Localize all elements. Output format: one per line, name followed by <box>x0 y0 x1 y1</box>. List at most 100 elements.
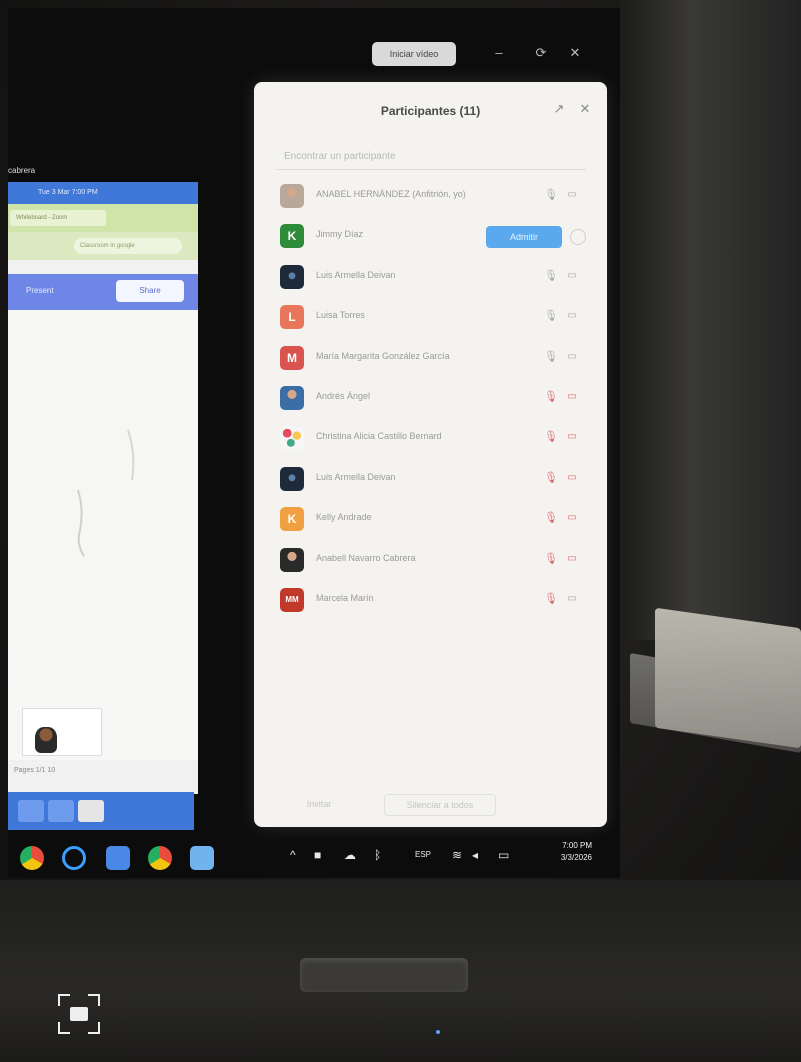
browser-tab[interactable]: Whiteboard - Zoom <box>10 210 106 226</box>
app-tray-icon[interactable]: ■ <box>314 848 321 862</box>
camera-off-icon[interactable]: ▭ <box>564 471 580 485</box>
clock-date: 3/3/2026 <box>560 853 592 862</box>
laptop-hinge <box>300 958 468 992</box>
mic-icon[interactable]: 🎙 <box>544 269 558 283</box>
chevron-up-icon[interactable]: ^ <box>290 848 296 862</box>
wifi-icon[interactable]: ≋ <box>452 848 462 862</box>
participant-avatar: L <box>280 305 304 330</box>
remove-icon[interactable] <box>570 229 586 246</box>
participant-row[interactable]: ANABEL HERNÁNDEZ (Anfitrión, yo) 🎙 ▭ <box>254 177 607 217</box>
zoom-app-icon[interactable] <box>190 846 214 870</box>
participant-avatar <box>280 184 304 208</box>
mic-muted-icon[interactable]: 🎙 <box>544 511 558 525</box>
cloud-icon[interactable]: ☁ <box>344 848 356 862</box>
participant-row[interactable]: M María Margarita González García 🎙 ▭ <box>254 339 607 379</box>
left-window-bottom-bar <box>8 792 194 830</box>
participant-avatar <box>280 426 304 451</box>
present-button[interactable]: Present <box>26 286 54 295</box>
bottom-item-1[interactable] <box>18 800 44 822</box>
participant-row[interactable]: Anabell Navarro Cabrera 🎙 ▭ <box>254 541 607 581</box>
participant-row[interactable]: MM Marcela Marín 🎙 ▭ <box>254 581 607 621</box>
corner-tr <box>88 994 100 1006</box>
participant-name: María Margarita González García <box>316 350 450 361</box>
cortana-icon[interactable] <box>62 846 86 870</box>
participant-row[interactable]: Luis Armella Deivan 🎙 ▭ <box>254 460 607 500</box>
camera-icon[interactable]: ▭ <box>564 269 580 283</box>
participant-row[interactable]: Andrés Ángel 🎙 ▭ <box>254 379 607 419</box>
browser-window[interactable]: Tue 3 Mar 7:00 PM Whiteboard - Zoom Clas… <box>8 182 198 794</box>
battery-icon[interactable]: ▭ <box>498 848 509 862</box>
admit-button[interactable]: Admitir <box>486 226 562 249</box>
mic-muted-icon[interactable]: 🎙 <box>544 430 558 444</box>
page-thumbnail[interactable] <box>22 708 102 756</box>
participant-avatar: MM <box>280 587 304 612</box>
participant-row[interactable]: Luis Armella Deivan 🎙 ▭ <box>254 258 607 298</box>
participant-row[interactable]: L Luisa Torres 🎙 ▭ <box>254 298 607 338</box>
photo-frame: cabrera Tue 3 Mar 7:00 PM Whiteboard - Z… <box>0 0 801 1062</box>
mic-icon[interactable]: 🎙 <box>544 350 558 364</box>
participant-avatar: M <box>280 345 304 370</box>
participant-avatar <box>280 547 304 572</box>
clock-time: 7:00 PM <box>562 841 592 850</box>
participant-list: ANABEL HERNÁNDEZ (Anfitrión, yo) 🎙 ▭ K Jimmy… <box>254 177 607 621</box>
chrome-icon[interactable] <box>20 846 44 870</box>
whiteboard-strokes <box>77 429 135 557</box>
close-icon[interactable]: ✕ <box>566 44 584 62</box>
thumbnail-person <box>35 727 57 753</box>
mic-muted-icon[interactable]: 🎙 <box>544 592 558 606</box>
gallery-icon[interactable] <box>58 994 100 1034</box>
participant-avatar: K <box>280 224 304 249</box>
file-explorer-icon[interactable] <box>106 846 130 870</box>
minimize-icon[interactable]: – <box>490 44 508 62</box>
camera-off-icon[interactable]: ▭ <box>564 390 580 404</box>
close-icon[interactable]: ✕ <box>576 100 594 118</box>
power-led <box>436 1030 440 1034</box>
camera-icon[interactable]: ▭ <box>564 309 580 323</box>
image-glyph <box>70 1007 88 1021</box>
participant-row[interactable]: Christina Alicia Castillo Bernard 🎙 ▭ <box>254 419 607 459</box>
mic-icon[interactable]: 🎙 <box>544 309 558 323</box>
system-tray: ^ ■ ☁ ᛒ ESP ≋ ◂ ▭ 7:00 PM 3/3/2026 <box>284 836 614 876</box>
expand-icon[interactable]: ⟳ <box>532 44 550 62</box>
participant-name: Luisa Torres <box>316 310 365 321</box>
whiteboard-toolbar: Present Share <box>8 274 198 310</box>
browser-tabbar: Whiteboard - Zoom <box>8 204 198 232</box>
popout-icon[interactable]: ↗ <box>550 100 568 118</box>
corner-tl <box>58 994 70 1006</box>
participant-search-input[interactable]: Encontrar un participante <box>276 144 586 170</box>
mic-icon[interactable]: 🎙 <box>544 188 558 202</box>
trash-icon[interactable] <box>78 800 104 822</box>
mute-all-button[interactable]: Silenciar a todos <box>384 794 496 816</box>
background-wall <box>620 0 801 640</box>
camera-icon[interactable]: ▭ <box>564 350 580 364</box>
corner-bl <box>58 1022 70 1034</box>
camera-off-icon[interactable]: ▭ <box>564 552 580 566</box>
clock[interactable]: 7:00 PM 3/3/2026 <box>532 840 592 864</box>
volume-icon[interactable]: ◂ <box>472 848 478 862</box>
whiteboard-status: Pages 1/1 10 <box>8 762 198 780</box>
mic-muted-icon[interactable]: 🎙 <box>544 552 558 566</box>
start-video-button[interactable]: Iniciar vídeo <box>372 42 456 66</box>
language-indicator[interactable]: ESP <box>415 850 431 859</box>
bluetooth-icon[interactable]: ᛒ <box>374 848 381 862</box>
browser-titlebar: Tue 3 Mar 7:00 PM <box>8 182 198 204</box>
mic-muted-icon[interactable]: 🎙 <box>544 390 558 404</box>
participant-row[interactable]: K Jimmy Díaz Admitir <box>254 217 607 257</box>
camera-off-icon[interactable]: ▭ <box>564 430 580 444</box>
chrome-icon-2[interactable] <box>148 846 172 870</box>
participant-name: Jimmy Díaz <box>316 229 363 240</box>
participant-row[interactable]: K Kelly Andrade 🎙 ▭ <box>254 500 607 540</box>
browser-address-bar[interactable]: Classroom in google <box>74 238 182 254</box>
participant-name: Andrés Ángel <box>316 390 371 401</box>
camera-icon[interactable]: ▭ <box>564 592 580 606</box>
whiteboard-canvas[interactable] <box>8 310 198 760</box>
participant-avatar <box>280 466 304 491</box>
mic-muted-icon[interactable]: 🎙 <box>544 471 558 485</box>
camera-off-icon[interactable]: ▭ <box>564 511 580 525</box>
share-button[interactable]: Share <box>116 280 184 302</box>
participant-name: Marcela Marín <box>316 592 374 603</box>
background-book <box>655 607 801 749</box>
bottom-item-2[interactable] <box>48 800 74 822</box>
camera-icon[interactable]: ▭ <box>564 188 580 202</box>
invite-button[interactable]: Invitar <box>294 794 344 814</box>
